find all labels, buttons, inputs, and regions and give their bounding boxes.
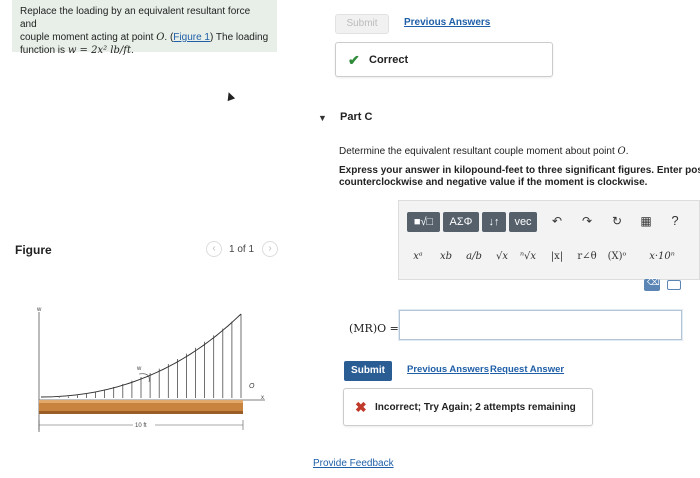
dimension-label: 10 ft [135,423,147,429]
figure-label: Figure [15,243,52,257]
undo-icon[interactable]: ↶ [549,214,565,228]
scientific-notation-button[interactable]: x·10ⁿ [639,248,685,266]
load-arrows [49,314,242,398]
previous-answers-link[interactable]: Previous Answers [407,364,489,375]
instruction-text: Express your answer in kilopound-feet to… [339,165,700,188]
correct-text: Correct [369,54,409,66]
check-icon: ✔ [348,52,360,68]
greek-button[interactable]: ΑΣΦ [443,212,479,232]
vector-button[interactable]: (X)ᵒ [603,248,631,266]
next-figure-button[interactable]: › [262,241,278,257]
sqrt-button[interactable]: √x [491,248,513,266]
vec-button[interactable]: vec [509,212,537,232]
loading-function: w = 2x² lb/ft [67,45,131,56]
templates-button[interactable]: ■√□ [407,212,440,232]
subscript-button[interactable]: xb [435,248,457,266]
loading-diagram: w x w O 10 ft [36,307,265,432]
correct-feedback: ✔ Correct [335,42,553,77]
previous-answers-link[interactable]: Previous Answers [404,17,490,28]
delete-icon: ⌫ [647,277,660,287]
problem-line-3: function is w = 2x² lb/ft. [20,45,134,56]
keypad-icon[interactable] [667,280,681,290]
power-button[interactable]: xᵃ [407,248,429,266]
arrows-button[interactable]: ↓↑ [482,212,506,232]
math-editor: ■√□ ΑΣΦ ↓↑ vec ↶ ↷ ↻ ▦ ? xᵃ xb a/b √x ⁿ√… [398,200,700,291]
collapse-caret-icon[interactable]: ▼ [318,113,327,123]
problem-statement: Replace the loading by an equivalent res… [12,0,277,56]
question-text: Determine the equivalent resultant coupl… [339,146,629,157]
w-axis-label: w [36,307,42,313]
mouse-cursor-icon [224,90,236,102]
incorrect-feedback: ✖ Incorrect; Try Again; 2 attempts remai… [343,388,593,426]
point-o-label: O [249,383,255,390]
reset-icon[interactable]: ↻ [609,214,625,228]
figure-link[interactable]: Figure 1 [173,32,210,43]
submit-button-disabled: Submit [335,14,389,34]
figure-pager: 1 of 1 [229,244,255,255]
request-answer-link[interactable]: Request Answer [490,364,564,375]
answer-label: (MR)O = [349,322,399,335]
answer-input[interactable] [398,309,683,341]
nth-root-button[interactable]: ⁿ√x [517,248,539,266]
redo-icon[interactable]: ↷ [579,214,595,228]
beam-shadow [39,411,243,414]
delete-button[interactable]: ⌫ [644,277,660,291]
problem-line-1: Replace the loading by an equivalent res… [20,6,251,30]
submit-button[interactable]: Submit [344,361,392,381]
polar-button[interactable]: r∠θ [573,248,601,266]
incorrect-text: Incorrect; Try Again; 2 attempts remaini… [375,402,576,413]
fraction-button[interactable]: a/b [463,248,485,266]
beam-highlight [39,400,243,403]
prev-figure-button[interactable]: ‹ [206,241,222,257]
incorrect-x-icon: ✖ [355,399,367,415]
x-axis-label: x [261,395,264,401]
part-title[interactable]: Part C [340,111,372,123]
help-icon[interactable]: ? [667,213,683,228]
problem-line-2: couple moment acting at point O. (Figure… [20,32,269,43]
keyboard-icon[interactable]: ▦ [638,214,654,228]
abs-button[interactable]: |x| [547,248,567,266]
provide-feedback-link[interactable]: Provide Feedback [313,458,394,469]
load-label: w [136,366,142,372]
